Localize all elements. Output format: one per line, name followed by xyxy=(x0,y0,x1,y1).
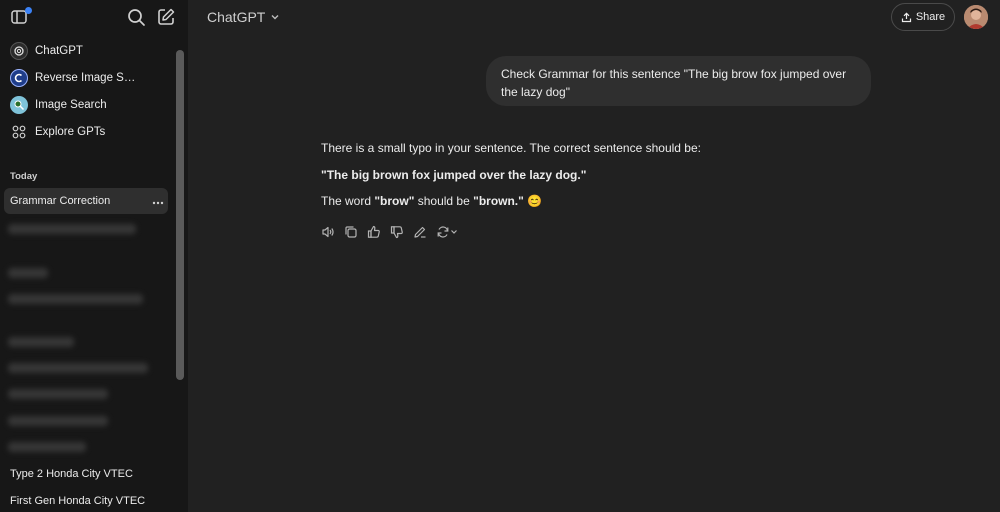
sidebar: ChatGPT Reverse Image Search Image Searc… xyxy=(0,0,188,512)
assistant-corrected-sentence: "The big brown fox jumped over the lazy … xyxy=(321,167,586,183)
sidebar-item-image-search[interactable]: Image Search xyxy=(4,92,168,118)
blurred-history-item[interactable] xyxy=(8,442,86,452)
text-span: The word xyxy=(321,194,375,208)
sidebar-item-explore-gpts[interactable]: Explore GPTs xyxy=(4,119,168,145)
history-item[interactable]: First Gen Honda City VTEC xyxy=(4,489,168,512)
grid-icon xyxy=(10,123,28,141)
sidebar-item-label: Image Search xyxy=(35,99,107,111)
assistant-line: There is a small typo in your sentence. … xyxy=(321,141,701,155)
model-name: ChatGPT xyxy=(207,9,266,25)
message-actions xyxy=(321,224,463,240)
user-message-text: Check Grammar for this sentence "The big… xyxy=(501,67,847,99)
edit-in-canvas-button[interactable] xyxy=(413,224,435,240)
smile-emoji: 😊 xyxy=(527,194,543,208)
share-icon xyxy=(901,11,911,22)
share-label: Share xyxy=(915,11,946,23)
correct-word: "brown." xyxy=(473,194,524,208)
blurred-history-item[interactable] xyxy=(8,224,136,234)
chevron-down-icon xyxy=(451,230,457,234)
blurred-history-item[interactable] xyxy=(8,416,108,426)
new-chat-button[interactable] xyxy=(156,7,176,27)
sidebar-toggle-button[interactable] xyxy=(10,7,32,28)
text-span: should be xyxy=(414,194,474,208)
regenerate-button[interactable] xyxy=(436,224,462,240)
chevron-down-icon xyxy=(271,15,279,20)
sidebar-item-reverse-image-search[interactable]: Reverse Image Search xyxy=(4,65,168,91)
reverse-image-search-gpt-icon xyxy=(10,69,28,87)
blurred-history-item[interactable] xyxy=(8,294,143,304)
model-selector[interactable]: ChatGPT xyxy=(207,9,280,25)
thumbs-up-icon xyxy=(367,225,380,238)
bad-response-button[interactable] xyxy=(390,224,412,240)
new-chat-icon xyxy=(158,8,175,25)
wrong-word: "brow" xyxy=(374,194,415,208)
blurred-history-item[interactable] xyxy=(8,363,148,373)
good-response-button[interactable] xyxy=(367,224,389,240)
pen-icon xyxy=(414,226,426,238)
history-item-label: Grammar Correction xyxy=(10,195,111,207)
sidebar-scrollbar[interactable] xyxy=(176,50,184,380)
blurred-section-title xyxy=(8,268,48,278)
user-message-bubble: Check Grammar for this sentence "The big… xyxy=(486,56,871,106)
search-icon xyxy=(128,9,145,26)
sidebar-item-label: Reverse Image Search xyxy=(35,72,140,84)
blurred-history-item[interactable] xyxy=(8,337,74,347)
sidebar-header xyxy=(0,0,188,36)
copy-button[interactable] xyxy=(344,224,366,240)
section-title-today: Today xyxy=(10,171,38,182)
copy-icon xyxy=(345,226,357,238)
notification-dot xyxy=(25,7,32,14)
history-item-active[interactable]: Grammar Correction xyxy=(4,188,168,214)
sidebar-item-label: Explore GPTs xyxy=(35,126,106,138)
share-button[interactable]: Share xyxy=(891,3,955,31)
sidebar-item-label: ChatGPT xyxy=(35,45,83,57)
blurred-history-item[interactable] xyxy=(8,389,108,399)
openai-logo-icon xyxy=(10,42,28,60)
avatar[interactable] xyxy=(964,5,988,29)
search-chats-button[interactable] xyxy=(126,7,146,27)
read-aloud-button[interactable] xyxy=(321,224,343,240)
corrected-sentence-text: "The big brown fox jumped over the lazy … xyxy=(321,168,587,182)
speaker-icon xyxy=(322,226,334,238)
thumbs-down-icon xyxy=(390,226,403,239)
image-search-gpt-icon xyxy=(10,96,28,114)
refresh-icon xyxy=(437,226,449,238)
assistant-line: The word "brow" should be "brown." 😊 xyxy=(321,193,542,209)
history-item[interactable]: Type 2 Honda City VTEC xyxy=(4,462,168,486)
more-options-icon[interactable] xyxy=(148,194,168,208)
sidebar-item-chatgpt[interactable]: ChatGPT xyxy=(4,38,168,64)
